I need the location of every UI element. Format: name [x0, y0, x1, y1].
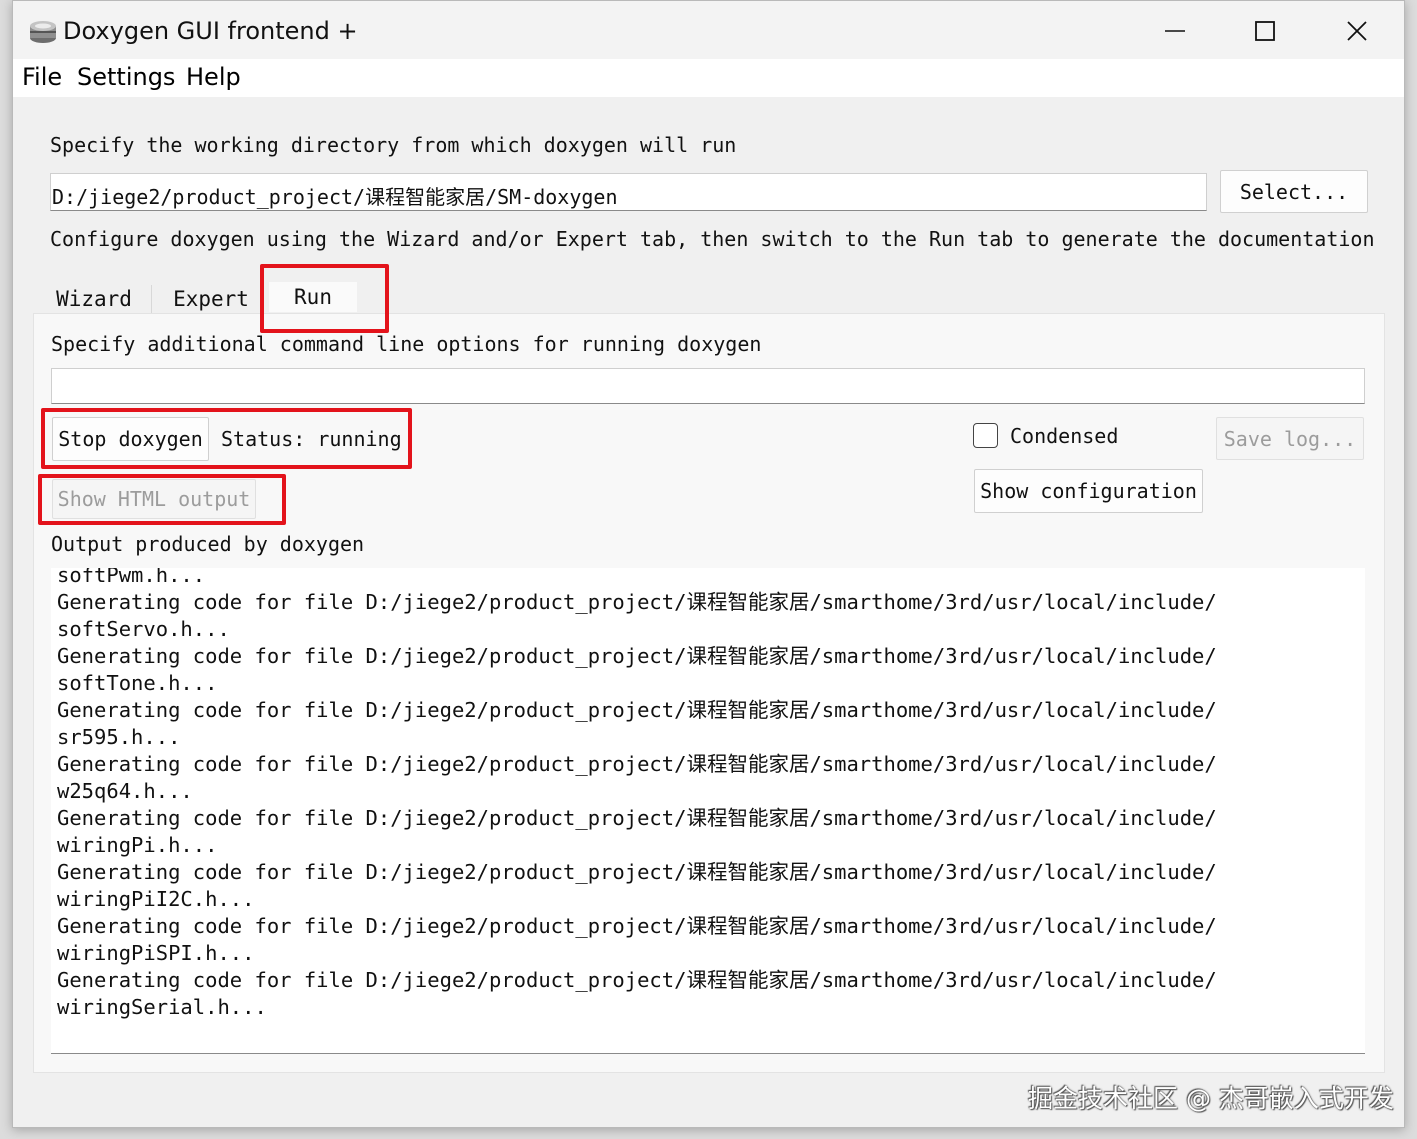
log-line: wiringPiI2C.h...: [57, 887, 255, 911]
maximize-icon: [1255, 21, 1275, 41]
output-log-text: softPwm.h... Generating code for file D:/…: [57, 568, 1217, 1021]
run-tab-highlight: [260, 264, 389, 333]
stop-status-highlight: [41, 408, 412, 469]
window-title: Doxygen GUI frontend +: [63, 17, 358, 45]
log-line: softTone.h...: [57, 671, 218, 695]
doxygen-window: Doxygen GUI frontend + File Settings Hel…: [12, 0, 1405, 1128]
menu-settings[interactable]: Settings: [77, 63, 175, 91]
tab-divider: [151, 285, 152, 313]
log-line: softServo.h...: [57, 617, 230, 641]
log-line: Generating code for file D:/jiege2/produ…: [57, 590, 1217, 614]
menu-help[interactable]: Help: [186, 63, 241, 91]
watermark: 掘金技术社区 @ 杰哥嵌入式开发: [1028, 1084, 1394, 1113]
menu-bar: File Settings Help: [13, 59, 1404, 97]
select-button[interactable]: Select...: [1220, 170, 1368, 213]
close-icon: [1347, 21, 1367, 41]
condensed-label: Condensed: [1010, 424, 1119, 448]
log-line: Generating code for file D:/jiege2/produ…: [57, 698, 1217, 722]
log-line: Generating code for file D:/jiege2/produ…: [57, 752, 1217, 776]
options-input[interactable]: [51, 368, 1365, 404]
log-line: Generating code for file D:/jiege2/produ…: [57, 914, 1217, 938]
log-line: Generating code for file D:/jiege2/produ…: [57, 968, 1217, 992]
show-html-highlight: [38, 474, 286, 525]
working-dir-value: D:/jiege2/product_project/课程智能家居/SM-doxy…: [52, 185, 618, 209]
log-line: wiringSerial.h...: [57, 995, 267, 1019]
output-label: Output produced by doxygen: [51, 532, 365, 556]
tab-expert[interactable]: Expert: [153, 284, 269, 314]
title-bar[interactable]: Doxygen GUI frontend +: [13, 1, 1404, 59]
menu-file[interactable]: File: [22, 63, 62, 91]
output-log[interactable]: softPwm.h... Generating code for file D:/…: [51, 568, 1365, 1054]
close-button[interactable]: [1335, 13, 1379, 49]
save-log-button[interactable]: Save log...: [1216, 417, 1364, 460]
log-line: sr595.h...: [57, 725, 181, 749]
working-dir-input[interactable]: D:/jiege2/product_project/课程智能家居/SM-doxy…: [50, 173, 1207, 211]
log-line: wiringPiSPI.h...: [57, 941, 255, 965]
show-configuration-button[interactable]: Show configuration: [974, 469, 1203, 513]
log-line: w25q64.h...: [57, 779, 193, 803]
log-line: wiringPi.h...: [57, 833, 218, 857]
log-line: Generating code for file D:/jiege2/produ…: [57, 806, 1217, 830]
log-line: Generating code for file D:/jiege2/produ…: [57, 860, 1217, 884]
tab-wizard[interactable]: Wizard: [35, 284, 153, 314]
working-dir-prompt: Specify the working directory from which…: [50, 133, 737, 157]
options-label: Specify additional command line options …: [51, 332, 762, 356]
checkbox-icon[interactable]: [973, 423, 998, 448]
doxygen-app-icon: [30, 21, 56, 43]
minimize-button[interactable]: [1153, 13, 1197, 49]
maximize-button[interactable]: [1243, 13, 1287, 49]
minimize-icon: [1165, 30, 1185, 32]
log-line: softPwm.h...: [57, 568, 206, 587]
log-line: Generating code for file D:/jiege2/produ…: [57, 644, 1217, 668]
configure-hint: Configure doxygen using the Wizard and/o…: [50, 227, 1375, 251]
